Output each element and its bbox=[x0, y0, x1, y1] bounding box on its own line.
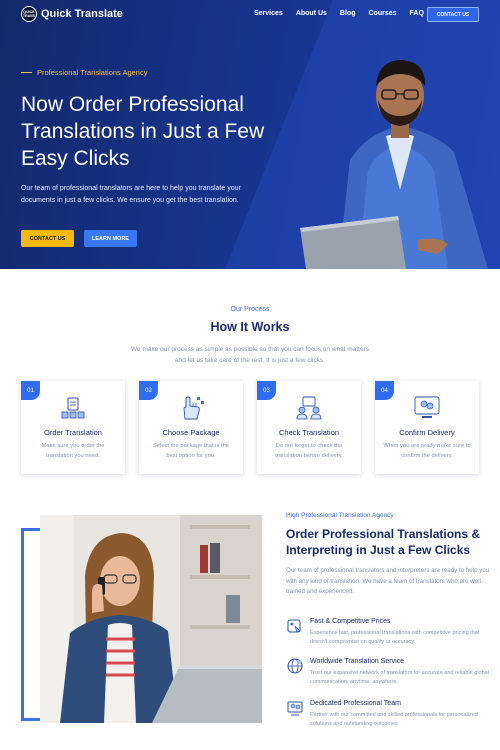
about-description: Our team of professional translators and… bbox=[286, 567, 490, 595]
step-description: Do not forget to check the translation b… bbox=[275, 443, 343, 459]
feature-title: Worldwide Translation Service bbox=[310, 658, 405, 665]
document-order-icon bbox=[61, 397, 85, 419]
process-step-card: 04 Confirm Delivery When you are ready m… bbox=[375, 381, 479, 474]
feature-description: Trust our expansive network of translato… bbox=[310, 670, 489, 685]
nav-link-courses[interactable]: Courses bbox=[368, 10, 396, 17]
people-review-icon bbox=[296, 396, 322, 420]
step-title: Confirm Delivery bbox=[399, 428, 455, 437]
photo-frame-line bbox=[21, 528, 24, 721]
step-number: 04 bbox=[375, 381, 394, 400]
step-title: Order Translation bbox=[44, 428, 102, 437]
hero-title: Now Order Professional Translations in J… bbox=[21, 93, 265, 170]
hero-man-with-laptop-photo bbox=[300, 60, 488, 269]
nav-contact-button[interactable]: CONTACT US bbox=[427, 7, 479, 22]
step-description: Select the package that is the best opti… bbox=[152, 443, 230, 459]
feature-description: Experience fast, professional translatio… bbox=[310, 630, 480, 645]
photo-frame-line bbox=[21, 718, 40, 721]
hero-section: QUICK TRANS Quick Translate Services Abo… bbox=[0, 0, 500, 269]
feature-item: Worldwide Translation Service Trust our … bbox=[286, 657, 491, 697]
globe-icon bbox=[287, 658, 303, 674]
nav-link-blog[interactable]: Blog bbox=[340, 10, 356, 17]
step-description: Make sure you order the translation you … bbox=[41, 443, 105, 459]
feature-title: Dedicated Professional Team bbox=[310, 700, 401, 707]
top-navigation: QUICK TRANS Quick Translate Services Abo… bbox=[0, 0, 500, 30]
nav-link-services[interactable]: Services bbox=[254, 10, 283, 17]
hero-eyebrow-text: Professional Translations Agency bbox=[37, 68, 148, 77]
hero-eyebrow: Professional Translations Agency bbox=[21, 68, 147, 77]
step-number: 01 bbox=[21, 381, 40, 400]
hero-contact-button[interactable]: CONTACT US bbox=[21, 230, 74, 247]
process-step-card: 01 Order Translation Make sure you order… bbox=[21, 381, 125, 474]
process-description: We make our process as simple as possibl… bbox=[131, 346, 369, 364]
process-title: How It Works bbox=[210, 320, 290, 334]
feature-item: Fast & Competitive Prices Experience fas… bbox=[286, 617, 491, 657]
hero-description: Our team of professional translators are… bbox=[21, 185, 241, 204]
nav-link-about-us[interactable]: About Us bbox=[296, 10, 327, 17]
price-tag-icon bbox=[287, 619, 301, 633]
step-number: 02 bbox=[139, 381, 158, 400]
step-title: Check Translation bbox=[278, 428, 340, 437]
feature-description: Partner with our committed and skilled p… bbox=[310, 712, 478, 727]
logo-text: Quick Translate bbox=[41, 8, 123, 20]
feature-item: Dedicated Professional Team Partner with… bbox=[286, 699, 491, 739]
step-number: 03 bbox=[257, 381, 276, 400]
process-eyebrow: Our Process bbox=[230, 306, 270, 313]
step-description: When you are ready make sure to confirm … bbox=[383, 443, 471, 459]
process-step-card: 03 Check Translation Do not forget to ch… bbox=[257, 381, 361, 474]
process-step-card: 02 Choose Package Select the package tha… bbox=[139, 381, 243, 474]
screen-chat-icon bbox=[414, 396, 440, 418]
logo[interactable]: QUICK TRANS Quick Translate bbox=[21, 6, 123, 22]
eyebrow-line bbox=[21, 72, 32, 73]
team-icon bbox=[287, 701, 303, 716]
step-title: Choose Package bbox=[162, 428, 220, 437]
about-eyebrow: High Professional Translation Agency bbox=[286, 512, 394, 519]
hand-select-icon bbox=[183, 396, 204, 420]
feature-title: Fast & Competitive Prices bbox=[310, 618, 391, 625]
woman-on-phone-photo bbox=[40, 515, 262, 723]
nav-links: Services About Us Blog Courses FAQ bbox=[254, 10, 437, 17]
logo-badge: QUICK TRANS bbox=[21, 6, 37, 22]
about-title: Order Professional Translations & Interp… bbox=[286, 527, 481, 557]
hero-learn-more-button[interactable]: LEARN MORE bbox=[84, 230, 137, 247]
photo-frame-line bbox=[21, 528, 40, 531]
nav-link-faq[interactable]: FAQ bbox=[410, 10, 424, 17]
